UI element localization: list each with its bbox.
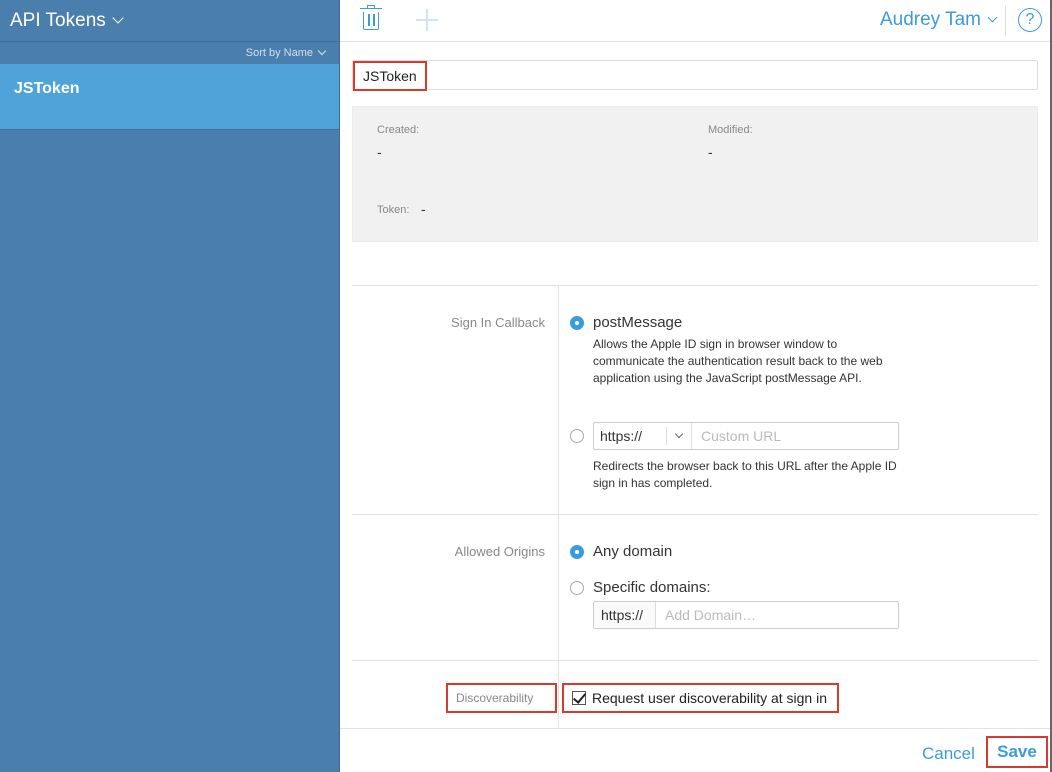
custom-url-description: Redirects the browser back to this URL a… xyxy=(593,459,897,490)
toolbar-divider xyxy=(1005,6,1006,36)
domain-group: https:// xyxy=(593,601,899,629)
modified-label: Modified: xyxy=(708,124,753,136)
created-value: - xyxy=(377,144,382,160)
user-menu[interactable]: Audrey Tam xyxy=(879,9,998,31)
custom-url-radio[interactable] xyxy=(570,429,584,443)
sort-dropdown[interactable]: Sort by Name xyxy=(0,42,339,64)
url-scheme-select[interactable]: https:// xyxy=(594,423,692,449)
sidebar-item-jstoken[interactable]: JSToken xyxy=(0,64,339,130)
chevron-down-icon xyxy=(317,46,327,56)
sidebar: API Tokens Sort by Name JSToken xyxy=(0,0,340,772)
discoverability-option[interactable]: Request user discoverability at sign in xyxy=(562,683,839,713)
token-value: - xyxy=(421,201,426,217)
postmessage-label[interactable]: postMessage xyxy=(593,314,682,331)
created-label: Created: xyxy=(377,124,420,136)
main-panel: Audrey Tam ? JSToken Created: - Modified… xyxy=(340,0,1052,772)
any-domain-label[interactable]: Any domain xyxy=(593,543,672,560)
discoverability-checkbox-label[interactable]: Request user discoverability at sign in xyxy=(592,690,827,706)
sidebar-title-dropdown[interactable]: API Tokens xyxy=(0,0,339,42)
chevron-down-icon xyxy=(987,12,998,23)
discoverability-label: Discoverability xyxy=(446,683,557,713)
token-name-value[interactable]: JSToken xyxy=(353,61,427,91)
column-divider xyxy=(558,286,559,728)
add-icon[interactable] xyxy=(416,9,438,31)
save-button[interactable]: Save xyxy=(986,736,1048,768)
toolbar: Audrey Tam ? xyxy=(340,0,1050,42)
token-label: Token: xyxy=(377,204,410,216)
url-scheme-value: https:// xyxy=(600,428,643,444)
postmessage-description: Allows the Apple ID sign in browser wind… xyxy=(593,337,883,385)
postmessage-radio[interactable] xyxy=(570,316,584,330)
section-divider xyxy=(352,514,1038,515)
help-icon[interactable]: ? xyxy=(1018,8,1042,32)
token-info-panel: Created: - Modified: - Token: - xyxy=(352,106,1038,242)
footer: Cancel Save xyxy=(340,728,1050,772)
custom-url-group: https:// xyxy=(593,422,899,450)
sort-label: Sort by Name xyxy=(245,47,313,59)
domain-scheme: https:// xyxy=(594,602,656,628)
section-divider xyxy=(352,285,1038,286)
sidebar-title: API Tokens xyxy=(10,9,106,31)
any-domain-radio[interactable] xyxy=(570,545,584,559)
section-divider xyxy=(352,660,1038,661)
chevron-down-icon xyxy=(674,429,684,439)
cancel-button[interactable]: Cancel xyxy=(922,744,975,764)
token-name-field[interactable]: JSToken xyxy=(352,60,1038,91)
sign-in-callback-label: Sign In Callback xyxy=(451,315,545,330)
specific-domains-label[interactable]: Specific domains: xyxy=(593,579,711,596)
specific-domains-radio[interactable] xyxy=(570,581,584,595)
allowed-origins-label: Allowed Origins xyxy=(454,544,545,559)
custom-url-input[interactable] xyxy=(692,423,898,449)
add-domain-input[interactable] xyxy=(656,602,898,628)
discoverability-checkbox[interactable] xyxy=(572,691,586,705)
chevron-down-icon xyxy=(112,12,124,24)
user-name: Audrey Tam xyxy=(879,9,981,30)
modified-value: - xyxy=(708,144,713,160)
trash-icon[interactable] xyxy=(360,5,382,30)
sidebar-item-label: JSToken xyxy=(14,80,80,97)
